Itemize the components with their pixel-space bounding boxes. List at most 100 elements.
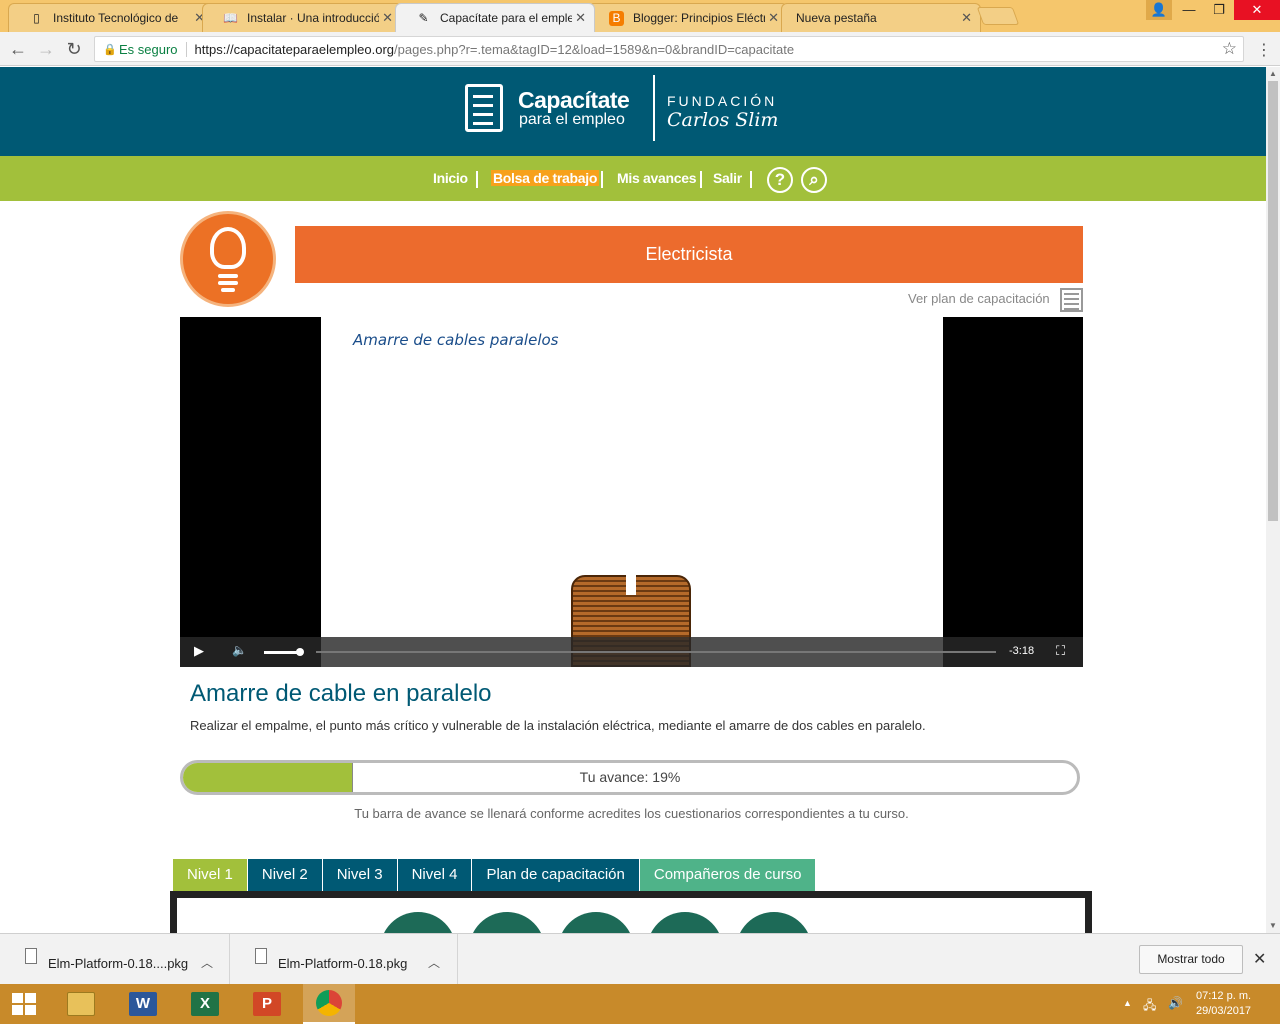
fundacion-label: FUNDACIÓN bbox=[667, 93, 778, 109]
reload-icon[interactable]: ↻ bbox=[62, 37, 86, 61]
checklist-logo-icon bbox=[465, 84, 503, 132]
back-icon[interactable]: ← bbox=[6, 37, 30, 61]
taskbar-word[interactable]: W bbox=[117, 984, 169, 1024]
plan-link[interactable]: Ver plan de capacitación bbox=[908, 291, 1050, 306]
volume-slider-knob[interactable] bbox=[296, 648, 304, 656]
forward-icon[interactable]: → bbox=[34, 37, 58, 61]
course-title-banner: Electricista bbox=[295, 226, 1083, 283]
nav-separator bbox=[750, 171, 752, 188]
blogger-icon: B bbox=[609, 11, 624, 26]
bookmark-star-icon[interactable]: ☆ bbox=[1222, 39, 1237, 59]
browser-tabstrip: ▯ Instituto Tecnológico de ✕ 📖 Instalar … bbox=[0, 0, 1280, 32]
address-bar[interactable]: 🔒 Es seguro https://capacitateparaelempl… bbox=[94, 36, 1244, 62]
chevron-up-icon[interactable]: ︿ bbox=[201, 954, 213, 971]
taskbar-powerpoint[interactable]: P bbox=[241, 984, 293, 1024]
close-tab-icon[interactable]: ✕ bbox=[768, 10, 779, 26]
browser-tab[interactable]: Nueva pestaña ✕ bbox=[781, 3, 981, 32]
nav-bolsa-de-trabajo[interactable]: Bolsa de trabajo bbox=[491, 170, 600, 186]
new-tab-button[interactable] bbox=[976, 7, 1020, 25]
video-progress-track[interactable] bbox=[316, 651, 996, 653]
search-icon[interactable]: ⌕ bbox=[801, 167, 827, 193]
download-item[interactable]: Elm-Platform-0.18.pkg ︿ bbox=[230, 934, 458, 984]
tab-nivel-1[interactable]: Nivel 1 bbox=[173, 859, 247, 891]
chevron-up-icon[interactable]: ︿ bbox=[428, 954, 440, 971]
progress-label: Tu avance: 19% bbox=[579, 769, 681, 785]
course-progress-bar: Tu avance: 19% bbox=[180, 760, 1080, 795]
scroll-thumb[interactable] bbox=[1268, 81, 1278, 521]
tab-nivel-3[interactable]: Nivel 3 bbox=[322, 859, 397, 891]
download-filename: Elm-Platform-0.18....pkg bbox=[48, 956, 189, 971]
file-icon bbox=[255, 948, 267, 964]
taskbar-excel[interactable]: X bbox=[179, 984, 231, 1024]
close-tab-icon[interactable]: ✕ bbox=[575, 10, 586, 26]
lesson-description: Realizar el empalme, el punto más crític… bbox=[190, 718, 926, 733]
tab-companeros-de-curso[interactable]: Compañeros de curso bbox=[639, 859, 816, 891]
module-document-icon[interactable] bbox=[647, 912, 723, 933]
network-icon[interactable]: 🖧 bbox=[1143, 996, 1156, 1017]
video-frame: Amarre de cables paralelos bbox=[321, 317, 943, 667]
bulb-base bbox=[221, 288, 235, 292]
minimize-button[interactable]: — bbox=[1174, 0, 1204, 20]
word-icon: W bbox=[129, 992, 157, 1016]
clock-date: 29/03/2017 bbox=[1196, 1005, 1252, 1017]
bulb-base bbox=[218, 281, 238, 285]
download-item[interactable]: Elm-Platform-0.18....pkg ︿ bbox=[0, 934, 230, 984]
nav-mis-avances[interactable]: Mis avances bbox=[617, 170, 697, 186]
site-nav: Inicio Bolsa de trabajo Mis avances Sali… bbox=[0, 156, 1266, 201]
taskbar-chrome[interactable] bbox=[303, 984, 355, 1024]
user-profile-icon[interactable]: 👤 bbox=[1146, 0, 1172, 20]
chrome-icon bbox=[316, 990, 342, 1016]
speaker-icon[interactable]: 🔊 bbox=[1168, 996, 1183, 1010]
taskbar-clock[interactable]: 07:12 p. m. 29/03/2017 bbox=[1196, 989, 1251, 1019]
page-scrollbar[interactable]: ▲ ▼ bbox=[1266, 67, 1280, 933]
file-icon bbox=[25, 948, 37, 964]
video-caption: Amarre de cables paralelos bbox=[353, 331, 559, 349]
windows-start-icon[interactable] bbox=[12, 993, 36, 1015]
browser-menu-icon[interactable]: ⋮ bbox=[1254, 40, 1274, 60]
progress-note: Tu barra de avance se llenará conforme a… bbox=[354, 806, 909, 821]
tab-nivel-4[interactable]: Nivel 4 bbox=[397, 859, 472, 891]
download-filename: Elm-Platform-0.18.pkg bbox=[278, 956, 408, 971]
nav-separator bbox=[476, 171, 478, 188]
nav-inicio[interactable]: Inicio bbox=[433, 170, 468, 186]
site-header: Capacítate para el empleo FUNDACIÓN Carl… bbox=[0, 67, 1266, 156]
volume-icon[interactable]: 🔈 bbox=[232, 643, 247, 657]
scroll-down-icon[interactable]: ▼ bbox=[1266, 919, 1280, 933]
lock-icon: 🔒 bbox=[103, 44, 117, 56]
bulb-glass bbox=[210, 227, 246, 269]
browser-tab[interactable]: B Blogger: Principios Eléctr ✕ bbox=[588, 3, 788, 32]
window-close-button[interactable]: ✕ bbox=[1234, 0, 1280, 20]
clock-time: 07:12 p. m. bbox=[1196, 990, 1252, 1002]
scroll-up-icon[interactable]: ▲ bbox=[1266, 67, 1280, 81]
play-icon[interactable]: ▶ bbox=[194, 643, 204, 659]
browser-tab[interactable]: 📖 Instalar · Una introducció ✕ bbox=[202, 3, 402, 32]
fullscreen-icon[interactable]: ⛶ bbox=[1056, 643, 1065, 659]
close-tab-icon[interactable]: ✕ bbox=[961, 10, 972, 26]
web-page: Capacítate para el empleo FUNDACIÓN Carl… bbox=[0, 67, 1266, 933]
coil-gap bbox=[626, 573, 636, 595]
tray-chevron-icon[interactable]: ▲ bbox=[1123, 998, 1132, 1008]
video-player[interactable]: Amarre de cables paralelos ▶ 🔈 -3:18 ⛶ bbox=[180, 317, 1083, 667]
logo-title[interactable]: Capacítate bbox=[518, 87, 630, 114]
module-video-icon[interactable] bbox=[380, 912, 456, 933]
lesson-title: Amarre de cable en paralelo bbox=[190, 680, 492, 707]
restore-button[interactable]: ❐ bbox=[1204, 0, 1234, 20]
close-download-shelf-icon[interactable]: ✕ bbox=[1253, 949, 1266, 969]
volume-slider[interactable] bbox=[264, 651, 300, 654]
taskbar-file-explorer[interactable] bbox=[55, 984, 107, 1024]
browser-tab-active[interactable]: ✎ Capacítate para el emple ✕ bbox=[395, 3, 595, 32]
help-icon[interactable]: ? bbox=[767, 167, 793, 193]
module-envelope-icon[interactable] bbox=[736, 912, 812, 933]
show-all-downloads-button[interactable]: Mostrar todo bbox=[1139, 945, 1243, 974]
browser-tab[interactable]: ▯ Instituto Tecnológico de ✕ bbox=[8, 3, 214, 32]
tab-nivel-2[interactable]: Nivel 2 bbox=[247, 859, 322, 891]
bulb-base bbox=[218, 274, 238, 278]
url-text[interactable]: https://capacitateparaelempleo.org/pages… bbox=[195, 42, 795, 57]
close-tab-icon[interactable]: ✕ bbox=[382, 10, 393, 26]
menu-lines-icon[interactable] bbox=[1060, 288, 1083, 312]
nav-salir[interactable]: Salir bbox=[713, 170, 742, 186]
module-video-icon[interactable] bbox=[469, 912, 545, 933]
level-content-panel bbox=[170, 891, 1092, 933]
module-document-icon[interactable] bbox=[558, 912, 634, 933]
tab-plan-de-capacitacion[interactable]: Plan de capacitación bbox=[472, 859, 639, 891]
